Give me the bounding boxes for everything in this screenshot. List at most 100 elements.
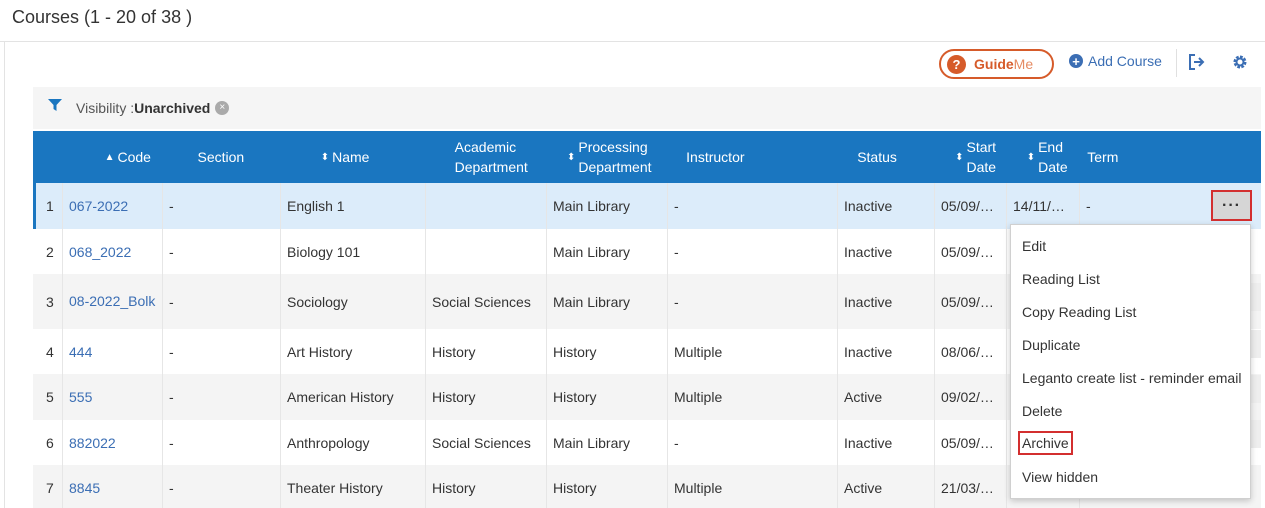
cell-processing-department: History: [547, 465, 668, 508]
filter-bar: Visibility : Unarchived ×: [33, 87, 1261, 129]
course-code-link[interactable]: 8845: [63, 465, 163, 508]
header-row-number: [33, 131, 63, 183]
menu-item-view-hidden[interactable]: View hidden: [1022, 469, 1098, 485]
cell-status: Inactive: [838, 229, 935, 274]
cell-name: Biology 101: [281, 229, 426, 274]
row-action-button-partial[interactable]: [1251, 330, 1261, 358]
row-actions-menu: Edit Reading List Copy Reading List Dupl…: [1010, 224, 1251, 499]
cell-start-date: 08/06/…: [935, 329, 1007, 374]
menu-item-duplicate[interactable]: Duplicate: [1022, 337, 1080, 353]
row-action-button-partial[interactable]: [1251, 375, 1261, 403]
toolbar-divider: [1176, 49, 1177, 77]
cell-instructor: -: [668, 183, 838, 229]
header-processing-department[interactable]: ⬍ Processing Department: [563, 131, 681, 183]
cell-status: Inactive: [838, 274, 935, 329]
cell-processing-department: Main Library: [547, 229, 668, 274]
course-code-link[interactable]: 08-2022_Bolk: [63, 274, 163, 329]
cell-processing-department: History: [547, 374, 668, 420]
row-actions-button[interactable]: ···: [1211, 190, 1252, 221]
cell-name: Anthropology: [281, 420, 426, 465]
cell-status: Active: [838, 374, 935, 420]
cell-instructor: -: [668, 229, 838, 274]
cell-processing-department: Main Library: [547, 183, 668, 229]
cell-name: Theater History: [281, 465, 426, 508]
cell-status: Inactive: [838, 183, 935, 229]
menu-item-edit[interactable]: Edit: [1022, 238, 1046, 254]
cell-academic-department: Social Sciences: [426, 420, 547, 465]
cell-end-date: 14/11/…: [1007, 183, 1080, 229]
row-number: 2: [33, 229, 63, 274]
guideme-button[interactable]: ? Guide Me: [939, 49, 1054, 79]
cell-section: -: [163, 229, 281, 274]
menu-item-reading-list[interactable]: Reading List: [1022, 271, 1100, 287]
table-row[interactable]: 1 067-2022 - English 1 Main Library - In…: [33, 183, 1261, 229]
cell-instructor: Multiple: [668, 329, 838, 374]
visibility-filter-label: Visibility :: [76, 100, 135, 116]
header-end-date[interactable]: ⬍ End Date: [1013, 131, 1085, 183]
header-name[interactable]: ⬍ Name: [311, 131, 445, 183]
sort-icon: ⬍: [320, 151, 330, 163]
menu-item-copy-reading-list[interactable]: Copy Reading List: [1022, 304, 1136, 320]
cell-status: Inactive: [838, 329, 935, 374]
question-icon: ?: [947, 54, 966, 74]
course-code-link[interactable]: 444: [63, 329, 163, 374]
sort-asc-icon: ▲: [104, 151, 115, 163]
filter-icon[interactable]: [48, 99, 62, 117]
cell-section: -: [163, 274, 281, 329]
row-number: 6: [33, 420, 63, 465]
cell-instructor: -: [668, 420, 838, 465]
cell-academic-department: History: [426, 374, 547, 420]
cell-academic-department: [426, 183, 547, 229]
row-number: 7: [33, 465, 63, 508]
cell-instructor: Multiple: [668, 374, 838, 420]
cell-processing-department: Main Library: [547, 420, 668, 465]
cell-start-date: 21/03/…: [935, 465, 1007, 508]
row-number: 5: [33, 374, 63, 420]
cell-name: Sociology: [281, 274, 426, 329]
cell-status: Active: [838, 465, 935, 508]
course-code-link[interactable]: 555: [63, 374, 163, 420]
content-left-border: [4, 42, 5, 508]
cell-section: -: [163, 465, 281, 508]
guideme-me-text: Me: [1013, 56, 1034, 72]
row-number: 4: [33, 329, 63, 374]
cell-name: English 1: [281, 183, 426, 229]
menu-item-delete[interactable]: Delete: [1022, 403, 1062, 419]
add-course-button[interactable]: + Add Course: [1069, 53, 1162, 69]
cell-academic-department: History: [426, 465, 547, 508]
header-section[interactable]: Section: [190, 131, 310, 183]
course-code-link[interactable]: 067-2022: [63, 183, 163, 229]
header-instructor[interactable]: Instructor: [681, 131, 847, 183]
menu-item-archive[interactable]: Archive: [1018, 431, 1073, 455]
row-action-button-partial[interactable]: [1251, 283, 1261, 311]
gear-icon[interactable]: [1232, 54, 1248, 75]
export-icon[interactable]: [1187, 53, 1205, 76]
course-code-link[interactable]: 068_2022: [63, 229, 163, 274]
row-number: 1: [36, 183, 63, 229]
sort-icon: ⬍: [1026, 151, 1036, 163]
cell-start-date: 05/09/…: [935, 183, 1007, 229]
cell-academic-department: [426, 229, 547, 274]
cell-section: -: [163, 329, 281, 374]
course-code-link[interactable]: 882022: [63, 420, 163, 465]
sort-icon: ⬍: [566, 151, 576, 163]
title-divider: [0, 41, 1265, 42]
header-academic-department[interactable]: Academic Department: [445, 131, 563, 183]
cell-instructor: -: [668, 274, 838, 329]
header-start-date[interactable]: ⬍ Start Date: [942, 131, 1013, 183]
add-course-label: Add Course: [1088, 53, 1162, 69]
clear-filter-icon[interactable]: ×: [215, 101, 230, 115]
row-action-button-partial[interactable]: [1251, 420, 1261, 448]
page-title: Courses (1 - 20 of 38 ): [12, 7, 193, 27]
cell-name: American History: [281, 374, 426, 420]
menu-item-leganto-reminder[interactable]: Leganto create list - reminder email: [1022, 370, 1241, 386]
header-status[interactable]: Status: [847, 131, 942, 183]
header-code[interactable]: ▲ Code: [63, 131, 191, 183]
cell-start-date: 05/09/…: [935, 420, 1007, 465]
guideme-guide-text: Guide: [974, 56, 1014, 72]
cell-section: -: [163, 420, 281, 465]
header-term[interactable]: Term: [1084, 131, 1261, 183]
cell-start-date: 05/09/…: [935, 274, 1007, 329]
add-circle-icon: +: [1069, 54, 1083, 68]
cell-status: Inactive: [838, 420, 935, 465]
